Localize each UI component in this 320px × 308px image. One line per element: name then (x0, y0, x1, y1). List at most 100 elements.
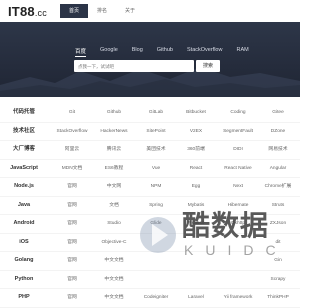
category-link[interactable]: Gitee (258, 104, 298, 122)
category-link[interactable]: React (176, 160, 216, 178)
category-link[interactable]: MDN文档 (52, 160, 92, 178)
category-label: 大厂博客 (12, 146, 35, 152)
category-link[interactable]: Hibernate (218, 197, 258, 215)
category-link[interactable]: DIDI (218, 141, 258, 159)
category-link[interactable]: Struts (258, 197, 298, 215)
category-link[interactable]: 中文网 (94, 178, 134, 196)
tab-google[interactable]: Google (100, 47, 118, 55)
search-input[interactable] (74, 60, 194, 72)
category-link[interactable]: Yii framework (218, 289, 258, 307)
category-link[interactable]: Vue (136, 160, 176, 178)
category-row: PHP 官网 中文文档 Codeigniter Laravel Yii framework… (0, 289, 300, 308)
category-label: Python (14, 275, 34, 282)
category-link[interactable]: Studio (94, 215, 134, 233)
category-link[interactable]: Egg (176, 178, 216, 196)
category-link[interactable]: Chrome扩展 (258, 178, 298, 196)
category-link[interactable]: Angular (258, 160, 298, 178)
category-link[interactable]: Glide (136, 215, 176, 233)
tab-blog[interactable]: Blog (132, 47, 143, 55)
category-link[interactable]: 中文文档 (94, 271, 134, 289)
category-row: Golang 官网 中文文档 Gin (0, 252, 300, 271)
tab-ram[interactable]: RAM (236, 47, 248, 55)
category-label: iOS (19, 238, 29, 245)
category-row: JavaScript MDN文档 ES6教程 Vue React React Native… (0, 160, 300, 178)
category-row: 代码托管 Git Github GitLab Bitbucket Coding Gitee (0, 104, 300, 123)
category-link[interactable]: 360前端 (176, 141, 216, 159)
search-button[interactable]: 搜索 (196, 60, 220, 72)
category-link[interactable] (218, 271, 258, 289)
category-link[interactable]: 中文文档 (94, 289, 134, 307)
category-link[interactable]: 官网 (52, 271, 92, 289)
category-link[interactable]: 官网 (52, 252, 92, 270)
category-link[interactable]: 官网 (52, 215, 92, 233)
category-label: 代码托管 (12, 109, 35, 115)
category-link[interactable]: Git (52, 104, 92, 122)
category-link[interactable] (176, 252, 216, 270)
category-link[interactable]: 腾讯云 (94, 141, 134, 159)
category-link[interactable]: SitePoint (136, 123, 176, 141)
category-link[interactable]: Next (218, 178, 258, 196)
category-link[interactable]: Scrapy (258, 271, 298, 289)
category-link[interactable]: Gin (258, 252, 298, 270)
tab-github[interactable]: Github (157, 47, 173, 55)
category-link[interactable]: React Native (218, 160, 258, 178)
nav-item-rank[interactable]: 排名 (88, 4, 116, 18)
category-label: Node.js (14, 183, 34, 189)
nav-item-about[interactable]: 关于 (116, 4, 144, 18)
category-link[interactable]: ThinkPHP (258, 289, 298, 307)
category-link[interactable]: 阿里云 (52, 141, 92, 159)
category-link[interactable]: HackerNews (94, 123, 134, 141)
category-link[interactable]: SegmentFault (218, 123, 258, 141)
category-link[interactable]: 网易技术 (258, 141, 298, 159)
category-label: 技术社区 (12, 127, 35, 134)
search-box (74, 60, 194, 72)
tab-baidu[interactable]: 百度 (75, 47, 87, 57)
category-link[interactable]: GitLab (136, 104, 176, 122)
category-link[interactable] (136, 271, 176, 289)
category-link[interactable] (218, 252, 258, 270)
category-link[interactable]: 文档 (94, 197, 134, 215)
category-link[interactable]: Mybatis (176, 197, 216, 215)
category-row: Android 官网 Studio Glide Picasso Okhttp ZXJson (0, 215, 300, 234)
category-link[interactable]: ZXJson (258, 215, 298, 233)
tab-stackoverflow[interactable]: StackOverflow (187, 47, 222, 55)
category-link[interactable]: 官网 (52, 289, 92, 307)
category-link[interactable] (136, 252, 176, 270)
category-link[interactable]: Okhttp (218, 215, 258, 233)
hero-banner: 百度 Google Blog Github StackOverflow RAM … (0, 22, 300, 97)
category-link[interactable]: 官网 (52, 197, 92, 215)
category-link[interactable]: 官网 (52, 178, 92, 196)
nav-item-home[interactable]: 首页 (60, 4, 88, 18)
category-link[interactable]: 美团技术 (136, 141, 176, 159)
category-link[interactable]: ES6教程 (94, 160, 134, 178)
category-row: Node.js 官网 中文网 NPM Egg Next Chrome扩展 (0, 178, 300, 197)
category-link[interactable]: Picasso (176, 215, 216, 233)
category-link[interactable]: 官网 (52, 234, 92, 252)
category-row: Python 官网 中文文档 Scrapy (0, 271, 300, 289)
top-nav: 首页 排名 关于 (60, 4, 144, 18)
category-label: PHP (18, 294, 30, 300)
category-link[interactable]: StackOverflow (52, 123, 92, 141)
category-label: Android (13, 220, 35, 226)
category-link[interactable] (176, 271, 216, 289)
site-logo[interactable]: IT88.cc (8, 4, 47, 19)
category-label: JavaScript (10, 164, 38, 171)
category-link[interactable]: Spring (136, 197, 176, 215)
category-link[interactable]: dit (258, 234, 298, 252)
category-link[interactable]: 中文文档 (94, 252, 134, 270)
logo-text: IT88 (8, 4, 35, 19)
category-link[interactable]: Bitbucket (176, 104, 216, 122)
category-link[interactable]: Github (94, 104, 134, 122)
category-link[interactable] (136, 234, 176, 252)
category-link[interactable] (176, 234, 216, 252)
category-link[interactable]: Codeigniter (136, 289, 176, 307)
category-link[interactable]: Objective-C (94, 234, 134, 252)
category-grid: 代码托管 Git Github GitLab Bitbucket Coding Gitee 技… (0, 104, 300, 308)
category-link[interactable]: NPM (136, 178, 176, 196)
category-link[interactable]: DZone (258, 123, 298, 141)
category-row: Java 官网 文档 Spring Mybatis Hibernate Struts (0, 197, 300, 215)
category-link[interactable]: Laravel (176, 289, 216, 307)
category-link[interactable]: Coding (218, 104, 258, 122)
category-link[interactable] (218, 234, 258, 252)
category-link[interactable]: V2EX (176, 123, 216, 141)
